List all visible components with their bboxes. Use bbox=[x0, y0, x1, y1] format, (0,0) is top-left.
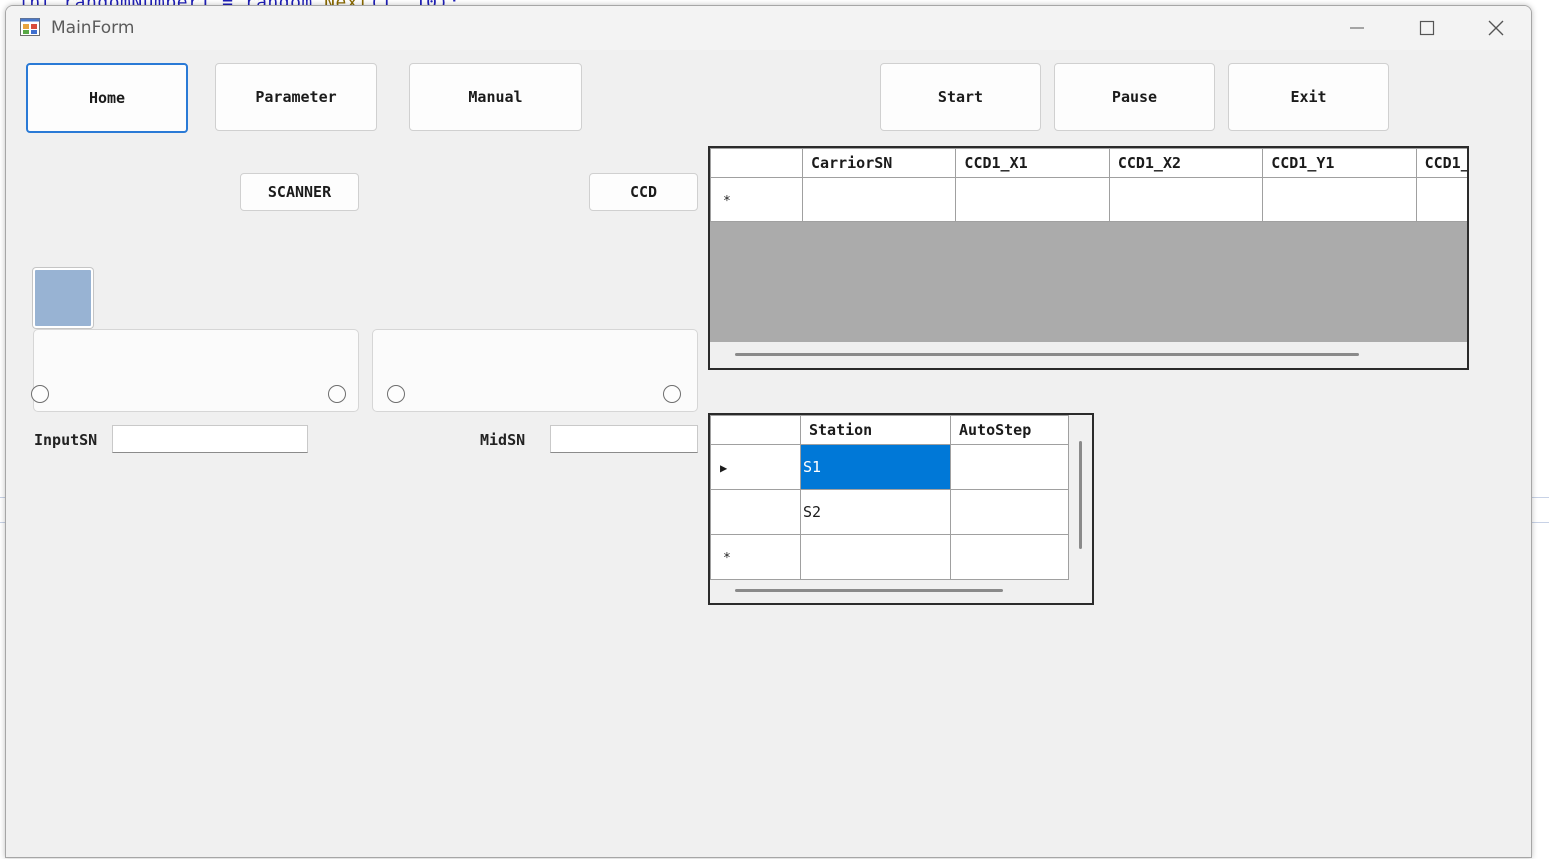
home-button[interactable]: Home bbox=[26, 63, 188, 133]
horizontal-scrollbar[interactable] bbox=[710, 580, 1092, 603]
pause-button[interactable]: Pause bbox=[1054, 63, 1215, 131]
close-button[interactable] bbox=[1461, 6, 1531, 50]
ccd-button[interactable]: CCD bbox=[589, 173, 698, 211]
ccd-panel bbox=[372, 329, 698, 412]
column-header[interactable]: CCD1_Y1 bbox=[1262, 148, 1417, 178]
title-bar[interactable]: MainForm bbox=[6, 6, 1531, 50]
window-title: MainForm bbox=[51, 18, 135, 38]
autostep-cell[interactable] bbox=[950, 444, 1069, 490]
column-header[interactable]: AutoStep bbox=[950, 415, 1069, 445]
scrollbar-thumb[interactable] bbox=[735, 353, 1359, 356]
table-cell[interactable] bbox=[800, 534, 951, 580]
row-header[interactable]: ▶ bbox=[710, 444, 801, 490]
new-row-marker: * bbox=[723, 193, 731, 209]
column-header[interactable]: CCD1_X1 bbox=[955, 148, 1110, 178]
column-header[interactable]: CCD1_Y2 bbox=[1415, 148, 1467, 178]
minimize-button[interactable] bbox=[1322, 6, 1392, 50]
horizontal-scrollbar[interactable] bbox=[710, 342, 1467, 368]
autostep-cell[interactable] bbox=[950, 489, 1069, 535]
table-cell[interactable] bbox=[1415, 177, 1467, 222]
scanner-button[interactable]: SCANNER bbox=[240, 173, 359, 211]
station-data-grid[interactable]: Station AutoStep ▶ S1 S2 * bbox=[708, 413, 1094, 605]
table-cell[interactable] bbox=[950, 534, 1069, 580]
scrollbar-thumb[interactable] bbox=[735, 589, 1003, 592]
new-row-header[interactable]: * bbox=[710, 534, 801, 580]
current-row-arrow-icon: ▶ bbox=[720, 461, 728, 475]
table-cell[interactable] bbox=[955, 177, 1110, 222]
row-header-corner bbox=[710, 148, 804, 178]
mid-sn-field[interactable] bbox=[550, 425, 698, 453]
ccd-radio-right[interactable] bbox=[663, 385, 681, 403]
column-header[interactable]: CCD1_X2 bbox=[1108, 148, 1264, 178]
start-button[interactable]: Start bbox=[880, 63, 1041, 131]
column-header[interactable]: Station bbox=[800, 415, 951, 445]
station-cell[interactable]: S1 bbox=[800, 444, 951, 490]
station-cell[interactable]: S2 bbox=[800, 489, 951, 535]
close-icon bbox=[1488, 20, 1504, 36]
status-indicator bbox=[33, 268, 93, 328]
new-row-marker: * bbox=[723, 551, 731, 566]
scanner-radio-right[interactable] bbox=[328, 385, 346, 403]
row-header-corner bbox=[710, 415, 801, 445]
table-cell[interactable] bbox=[1262, 177, 1417, 222]
new-row-header[interactable]: * bbox=[710, 177, 804, 222]
mid-sn-label: MidSN bbox=[480, 431, 526, 449]
table-cell[interactable] bbox=[1108, 177, 1264, 222]
parameter-button[interactable]: Parameter bbox=[215, 63, 377, 131]
input-sn-label: InputSN bbox=[34, 431, 98, 449]
maximize-button[interactable] bbox=[1392, 6, 1462, 50]
maximize-icon bbox=[1419, 20, 1435, 36]
app-form-icon bbox=[20, 18, 40, 36]
main-form-window: MainForm Home Parameter Manual Start Pau… bbox=[5, 5, 1532, 858]
table-cell[interactable] bbox=[802, 177, 957, 222]
ccd-radio-left[interactable] bbox=[387, 385, 405, 403]
scanner-panel bbox=[33, 329, 359, 412]
manual-button[interactable]: Manual bbox=[409, 63, 582, 131]
minimize-icon bbox=[1350, 27, 1364, 29]
carrier-data-grid[interactable]: CarriorSN CCD1_X1 CCD1_X2 CCD1_Y1 CCD1_Y… bbox=[708, 146, 1469, 370]
column-header[interactable]: CarriorSN bbox=[802, 148, 957, 178]
scanner-radio-left[interactable] bbox=[31, 385, 49, 403]
input-sn-field[interactable] bbox=[112, 425, 308, 453]
exit-button[interactable]: Exit bbox=[1228, 63, 1389, 131]
row-header[interactable] bbox=[710, 489, 801, 535]
vertical-scrollbar-thumb[interactable] bbox=[1079, 441, 1082, 549]
